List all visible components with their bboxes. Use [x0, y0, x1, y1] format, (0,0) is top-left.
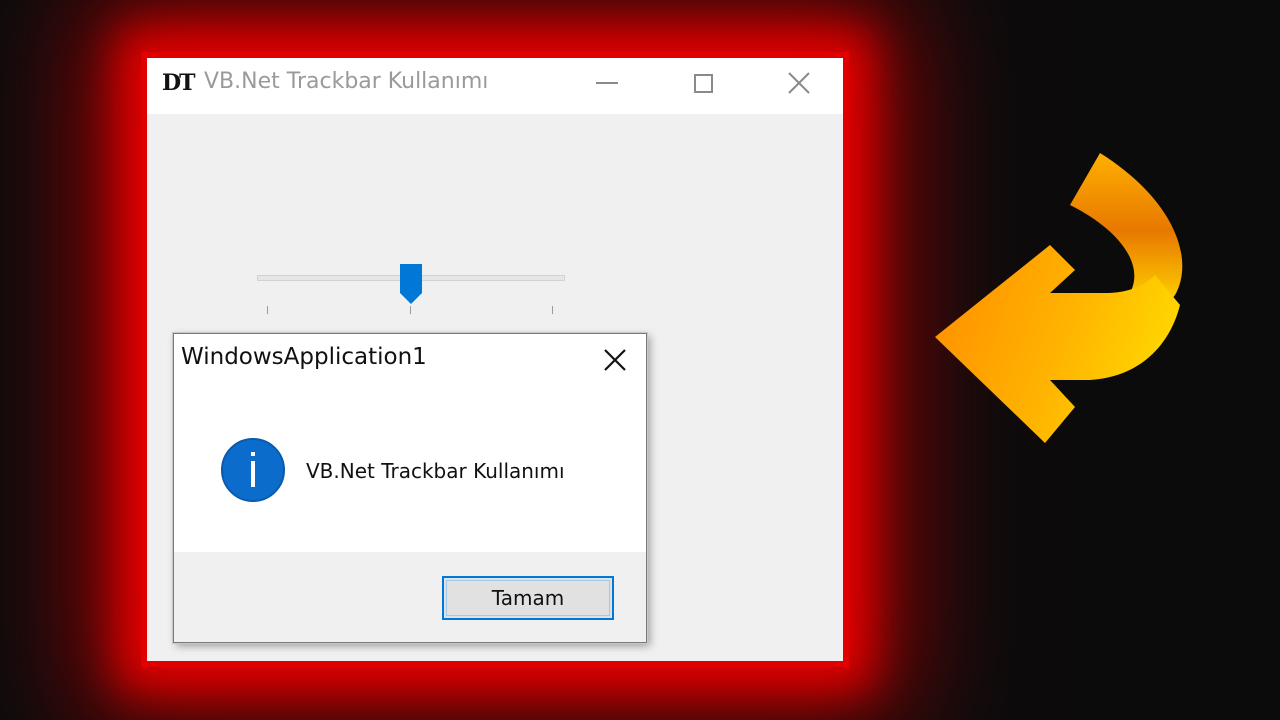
trackbar-tick: [410, 306, 411, 314]
message-box-title: WindowsApplication1: [181, 344, 427, 370]
ok-button-label: Tamam: [491, 586, 565, 610]
info-icon: [221, 438, 285, 502]
trackbar-thumb[interactable]: [398, 263, 424, 305]
minimize-button[interactable]: [575, 58, 639, 108]
trackbar-tick: [552, 306, 553, 314]
maximize-icon: [693, 73, 713, 93]
trackbar[interactable]: [257, 258, 567, 318]
trackbar-tick: [267, 306, 268, 314]
message-box-close-button[interactable]: [592, 339, 638, 381]
close-icon: [788, 72, 810, 94]
close-button[interactable]: [767, 58, 831, 108]
main-window-title: VB.Net Trackbar Kullanımı: [204, 69, 489, 94]
close-icon: [604, 349, 626, 371]
maximize-button[interactable]: [671, 58, 735, 108]
message-text: VB.Net Trackbar Kullanımı: [306, 459, 565, 483]
curved-arrow-icon: [935, 153, 1183, 443]
message-box: WindowsApplication1 VB.Net Trackbar Kull…: [173, 333, 647, 643]
main-titlebar: DT VB.Net Trackbar Kullanımı: [147, 58, 843, 114]
app-logo-icon: DT: [162, 70, 195, 96]
ok-button[interactable]: Tamam: [442, 576, 614, 620]
minimize-icon: [596, 82, 618, 84]
